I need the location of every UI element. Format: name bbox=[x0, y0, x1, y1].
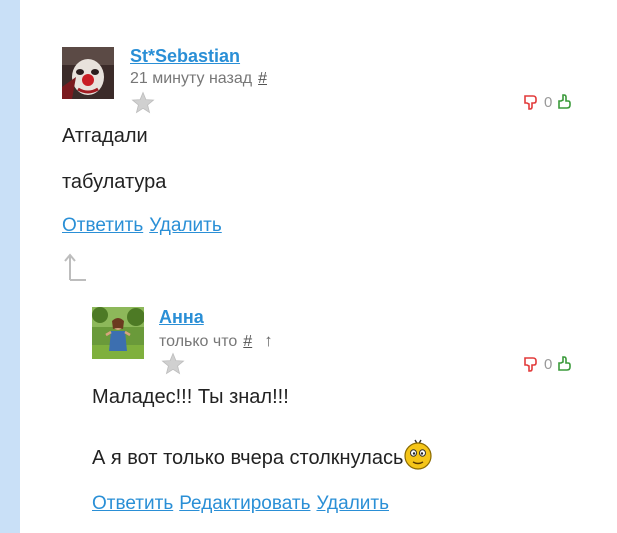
comment-author-link[interactable]: St*Sebastian bbox=[130, 46, 240, 67]
thumbs-down-icon[interactable] bbox=[524, 356, 538, 372]
comment-actions: Ответить Редактировать Удалить bbox=[92, 493, 395, 515]
comment-text-line: А я вот только вчера столкнулась bbox=[92, 447, 404, 469]
star-icon[interactable] bbox=[161, 352, 185, 376]
comment-actions: Ответить Удалить bbox=[62, 215, 228, 237]
avatar[interactable] bbox=[62, 47, 114, 99]
avatar-image bbox=[92, 307, 144, 359]
star-icon[interactable] bbox=[131, 91, 155, 115]
comment-text-line: Маладес!!! Ты знал!!! bbox=[92, 386, 289, 408]
permalink[interactable]: # bbox=[243, 333, 252, 350]
vote-count: 0 bbox=[544, 93, 553, 111]
reply-link[interactable]: Ответить bbox=[62, 215, 143, 236]
vote-widget: 0 bbox=[524, 91, 572, 113]
comment-text-line-with-emoticon: А я вот только вчера столкнулась bbox=[92, 436, 433, 470]
comments-page: St*Sebastian 21 минуту назад # 0 Атгадали… bbox=[0, 0, 617, 533]
comment-author-link[interactable]: Анна bbox=[159, 307, 204, 328]
thumbs-up-icon[interactable] bbox=[558, 94, 572, 110]
thread-indent-bar bbox=[0, 0, 20, 533]
delete-link[interactable]: Удалить bbox=[316, 493, 389, 514]
avatar-image bbox=[62, 47, 114, 99]
reply-link[interactable]: Ответить bbox=[92, 493, 173, 514]
permalink[interactable]: # bbox=[258, 70, 267, 87]
arrow-up-icon[interactable] bbox=[62, 252, 88, 282]
vote-count: 0 bbox=[544, 355, 553, 373]
edit-link[interactable]: Редактировать bbox=[179, 493, 310, 514]
comment-meta: только что # ↑ bbox=[159, 331, 273, 351]
comment-text-line: Атгадали bbox=[62, 125, 148, 147]
parent-comment-link[interactable]: ↑ bbox=[264, 331, 273, 351]
comment-meta: 21 минуту назад # bbox=[130, 70, 267, 88]
avatar[interactable] bbox=[92, 307, 144, 359]
comment-time: 21 минуту назад bbox=[130, 70, 253, 87]
comment-time: только что bbox=[159, 333, 238, 350]
thumbs-up-icon[interactable] bbox=[558, 356, 572, 372]
vote-widget: 0 bbox=[524, 353, 572, 375]
thumbs-down-icon[interactable] bbox=[524, 94, 538, 110]
delete-link[interactable]: Удалить bbox=[149, 215, 222, 236]
comment-text-line: табулатура bbox=[62, 171, 167, 193]
smiley-emoticon bbox=[404, 439, 432, 470]
